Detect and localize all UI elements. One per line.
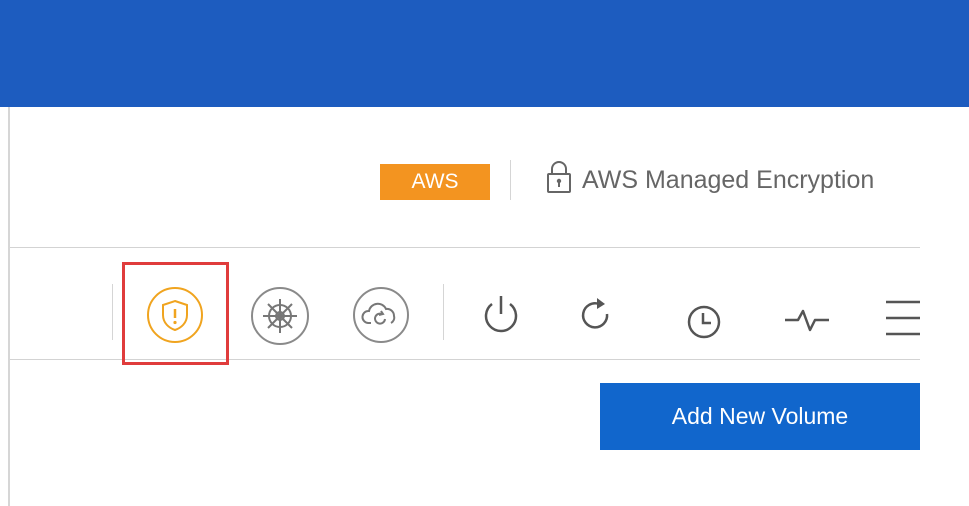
top-header-bar	[0, 0, 969, 107]
lock-icon	[544, 159, 574, 202]
activity-pulse-icon	[785, 309, 829, 332]
schedule-button[interactable]	[682, 300, 726, 344]
provider-badge: AWS	[380, 164, 490, 200]
header-divider	[510, 160, 511, 200]
kubernetes-helm-icon	[251, 287, 309, 345]
highlight-box	[122, 262, 229, 365]
toolbar-mid-divider	[443, 284, 444, 340]
cloud-sync-button[interactable]	[352, 286, 410, 344]
encryption-info: AWS Managed Encryption	[544, 159, 875, 202]
more-menu-button[interactable]	[882, 296, 920, 340]
refresh-icon	[581, 298, 609, 329]
power-icon	[484, 296, 518, 333]
hamburger-menu-icon	[886, 300, 920, 336]
encryption-label: AWS Managed Encryption	[582, 165, 875, 194]
toolbar-left-divider	[112, 284, 113, 340]
refresh-button[interactable]	[577, 294, 617, 338]
add-new-volume-button[interactable]: Add New Volume	[600, 383, 920, 450]
panel-left-border	[8, 107, 10, 506]
clock-icon	[687, 305, 721, 339]
kubernetes-button[interactable]	[250, 286, 310, 346]
power-button[interactable]	[478, 292, 524, 338]
monitoring-button[interactable]	[782, 305, 832, 335]
toolbar-top-divider	[10, 247, 920, 248]
cloud-sync-icon	[353, 287, 409, 343]
